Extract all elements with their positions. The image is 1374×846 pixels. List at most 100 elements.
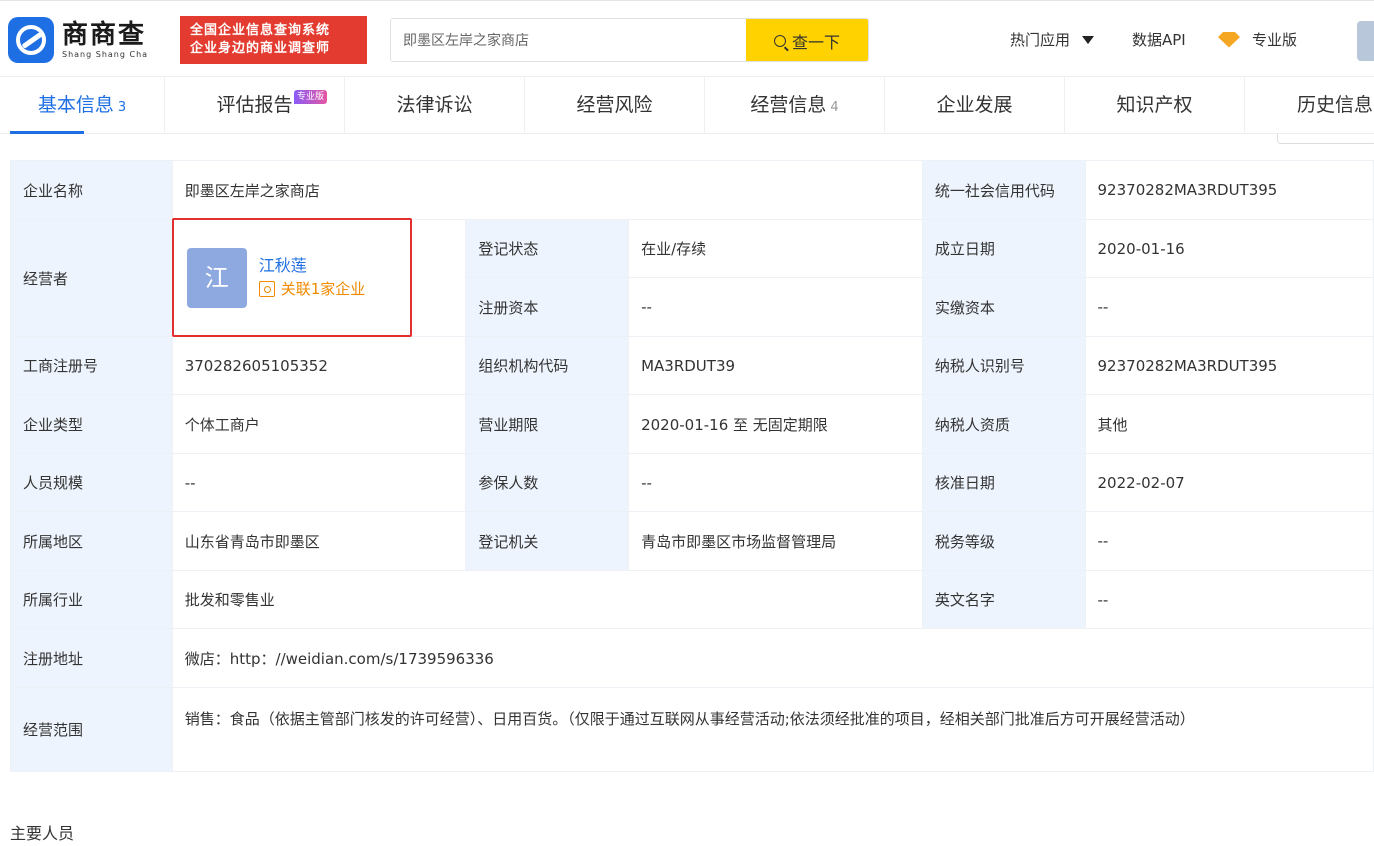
approved-label: 核准日期 [921,453,1086,512]
insured-label: 参保人数 [465,453,630,512]
logo-name-cn: 商商查 [62,20,147,50]
operator-cell: 江 江秋莲 关联1家企业 [171,219,467,337]
authority-value: 青岛市即墨区市场监督管理局 [628,511,923,571]
site-logo[interactable]: 商商查 Shang Shang Cha [8,17,148,63]
taxpayer-id-value: 92370282MA3RDUT395 [1084,336,1374,395]
table-row: 注册地址 微店：http：//weidian.com/s/1739596336 [10,628,1374,688]
scope-label: 经营范围 [10,687,173,772]
table-row: 企业类型 个体工商户 营业期限 2020-01-16 至 无固定期限 纳税人资质… [10,394,1374,454]
logo-name-en: Shang Shang Cha [62,50,149,59]
english-name-label: 英文名字 [921,570,1086,629]
diamond-icon [1218,31,1240,48]
related-company-icon [258,280,275,297]
biz-reg-no-value: 370282605105352 [171,336,467,395]
company-name-value: 即墨区左岸之家商店 [171,160,923,220]
logo-icon [8,17,54,63]
company-name-label: 企业名称 [10,160,173,220]
slogan-line: 企业身边的商业调查师 [190,41,331,56]
tab-basic-info[interactable]: 基本信息 3 [0,77,165,134]
taxpayer-qual-label: 纳税人资质 [921,394,1086,454]
tab-intellectual-property[interactable]: 知识产权 [1065,77,1245,134]
tab-label: 基本信息 [37,94,114,116]
table-row: 工商注册号 370282605105352 组织机构代码 MA3RDUT39 纳… [10,336,1374,395]
region-label: 所属地区 [10,511,173,571]
paid-capital-value: -- [1084,277,1374,337]
operator-name-link[interactable]: 江秋莲 [259,252,307,276]
region-value: 山东省青岛市即墨区 [171,511,467,571]
paid-capital-label: 实缴资本 [921,277,1086,337]
address-value: 微店：http：//weidian.com/s/1739596336 [171,628,1374,688]
logo-text: 商商查 Shang Shang Cha [62,21,148,59]
section-title-key-personnel: 主要人员 [10,824,75,843]
tab-history[interactable]: 历史信息 [1245,77,1374,134]
tab-count: 3 [117,100,127,115]
active-tab-indicator [10,131,84,134]
credit-code-label: 统一社会信用代码 [921,160,1086,220]
tab-label: 法律诉讼 [396,94,473,116]
table-row: 所属行业 批发和零售业 英文名字 -- [10,570,1374,629]
term-value: 2020-01-16 至 无固定期限 [628,394,923,454]
tax-grade-label: 税务等级 [921,511,1086,571]
taxpayer-id-label: 纳税人识别号 [921,336,1086,395]
side-widget-edge[interactable] [1357,21,1374,61]
biz-reg-no-label: 工商注册号 [10,336,173,395]
tab-development[interactable]: 企业发展 [885,77,1065,134]
staff-size-value: -- [171,453,467,512]
pro-version-link[interactable]: 专业版 [1218,29,1297,50]
tab-assessment-report[interactable]: 评估报告 专业版 [165,77,345,134]
basic-info-table: 企业名称 即墨区左岸之家商店 统一社会信用代码 92370282MA3RDUT3… [10,160,1374,772]
authority-label: 登记机关 [465,511,630,571]
related-companies-link[interactable]: 关联1家企业 [258,278,366,299]
table-row: 人员规模 -- 参保人数 -- 核准日期 2022-02-07 [10,453,1374,512]
reg-capital-value: -- [628,277,923,337]
tab-label: 企业发展 [936,94,1013,116]
tab-litigation[interactable]: 法律诉讼 [345,77,525,134]
tab-count: 4 [830,100,839,115]
approved-value: 2022-02-07 [1084,453,1374,512]
pro-badge: 专业版 [294,90,328,104]
table-row: 经营者 江 江秋莲 关联1家企业 登记状态 在业/存续 成立日期 2020-01… [10,219,1374,337]
tab-label: 经营风险 [576,94,653,116]
search-icon [773,35,786,47]
english-name-value: -- [1084,570,1374,629]
industry-label: 所属行业 [10,570,173,629]
search-button[interactable]: 查一下 [746,19,868,61]
tab-label: 历史信息 [1296,94,1373,116]
type-value: 个体工商户 [171,394,467,454]
table-row: 企业名称 即墨区左岸之家商店 统一社会信用代码 92370282MA3RDUT3… [10,160,1374,220]
data-api-link[interactable]: 数据API [1132,29,1186,50]
slogan-line: 全国企业信息查询系统 [190,23,331,38]
org-code-value: MA3RDUT39 [628,336,923,395]
insured-value: -- [628,453,923,512]
term-label: 营业期限 [465,394,630,454]
type-label: 企业类型 [10,394,173,454]
founded-label: 成立日期 [921,219,1086,278]
tab-label: 知识产权 [1116,94,1193,116]
tab-business-risk[interactable]: 经营风险 [525,77,705,134]
search-input[interactable] [391,19,746,61]
table-row: 经营范围 销售：食品（依据主管部门核发的许可经营）、日用百货。（仅限于通过互联网… [10,687,1374,772]
operator-label: 经营者 [10,219,173,337]
top-header: 商商查 Shang Shang Cha 全国企业信息查询系统 企业身边的商业调查… [0,0,1374,76]
reg-status-label: 登记状态 [465,219,630,278]
hot-apps-label: 热门应用 [1010,31,1071,49]
staff-size-label: 人员规模 [10,453,173,512]
related-companies-label: 关联1家企业 [280,280,366,298]
credit-code-value: 92370282MA3RDUT395 [1084,160,1374,220]
data-api-label: 数据API [1132,31,1186,49]
hot-apps-menu[interactable]: 热门应用 [1010,29,1095,50]
tab-label: 经营信息 [750,94,827,116]
scope-value: 销售：食品（依据主管部门核发的许可经营）、日用百货。（仅限于通过互联网从事经营活… [171,687,1374,772]
slogan-banner: 全国企业信息查询系统 企业身边的商业调查师 [180,16,367,64]
reg-status-value: 在业/存续 [628,219,923,278]
tab-business-info[interactable]: 经营信息 4 [705,77,885,134]
pro-version-label: 专业版 [1252,31,1298,49]
tab-label: 评估报告 [216,94,293,116]
dropdown-edge [1277,134,1374,144]
industry-value: 批发和零售业 [171,570,923,629]
tab-bar: 基本信息 3 评估报告 专业版 法律诉讼 经营风险 经营信息 4 企业发展 知识产权… [0,76,1374,134]
founded-value: 2020-01-16 [1084,219,1374,278]
avatar: 江 [186,248,247,308]
org-code-label: 组织机构代码 [465,336,630,395]
caret-down-icon [1082,35,1095,44]
